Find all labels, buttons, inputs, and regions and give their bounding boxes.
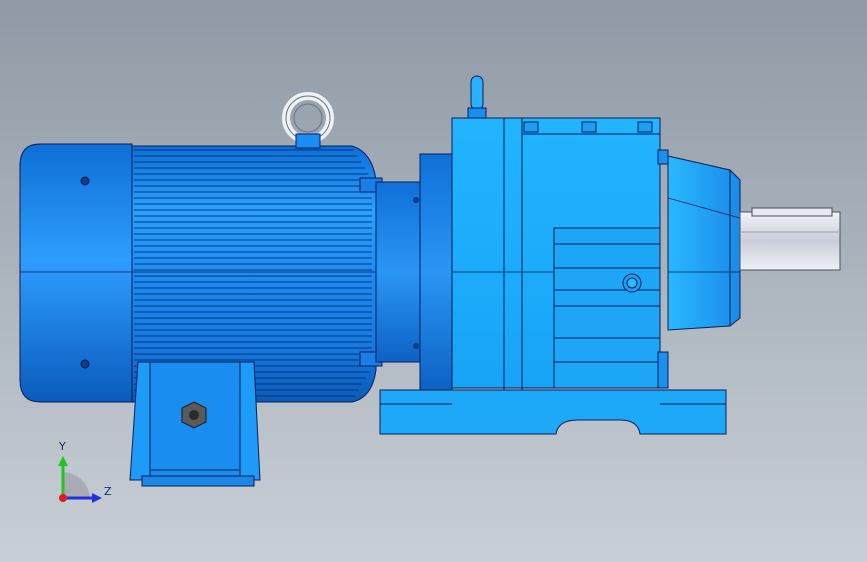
output-bearing-cone <box>667 155 741 331</box>
triad-axes-icon <box>58 456 102 503</box>
graphics-viewport[interactable]: Y Z <box>0 0 867 562</box>
gearbox-lifting-eye <box>467 75 487 119</box>
motor-lifting-eye <box>282 92 334 149</box>
motor-foot <box>129 361 261 487</box>
gearbox-foot <box>379 389 727 435</box>
y-axis-label: Y <box>59 440 66 453</box>
gearbox-housing <box>451 117 669 434</box>
output-shaft <box>739 207 841 271</box>
coordinate-triad: Y Z <box>44 436 124 516</box>
adapter-flange <box>375 153 453 391</box>
gear-motor-model[interactable] <box>0 0 867 562</box>
z-axis-label: Z <box>104 485 112 498</box>
motor-end-cap <box>19 143 133 403</box>
